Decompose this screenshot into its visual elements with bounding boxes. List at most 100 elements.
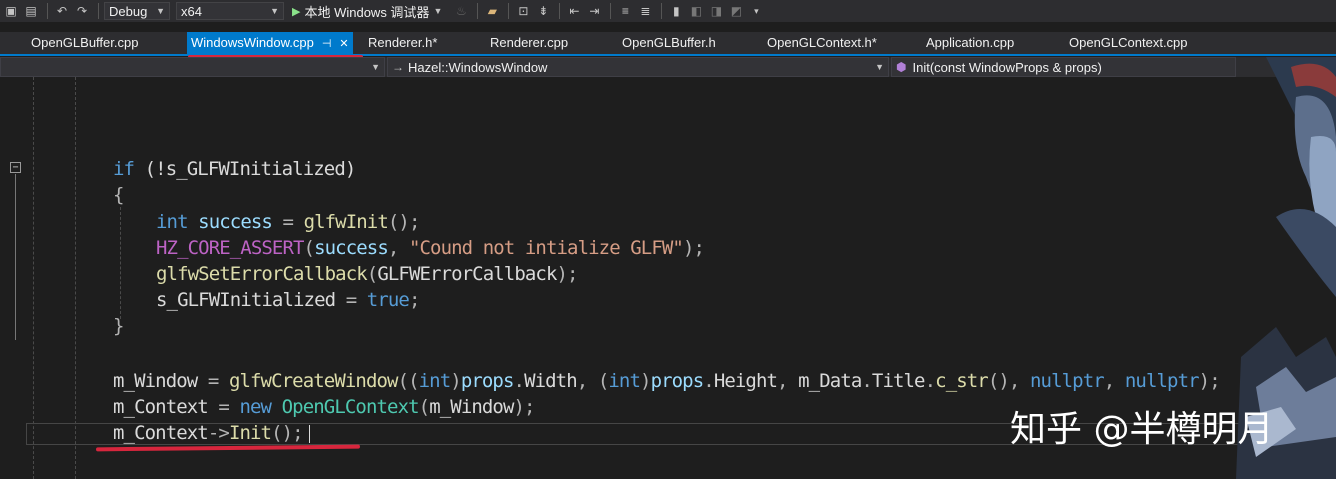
save-icon[interactable]: ▣ xyxy=(2,3,20,19)
toolbar-separator xyxy=(47,3,48,19)
clear-bookmarks-icon[interactable]: ◩ xyxy=(727,3,745,19)
scope-arrow-icon: → xyxy=(392,60,404,74)
punctuation: . xyxy=(703,370,714,392)
tab-label: Renderer.h* xyxy=(368,35,438,50)
punctuation: , xyxy=(387,237,409,259)
platform-value: x64 xyxy=(181,3,202,19)
chevron-down-icon: ▼ xyxy=(156,6,165,16)
member: Title xyxy=(871,370,926,392)
configuration-dropdown[interactable]: Debug ▼ xyxy=(104,2,170,20)
function-name: Init xyxy=(228,422,272,444)
scope-dropdown[interactable]: → Hazel::WindowsWindow ▼ xyxy=(387,57,889,77)
punctuation: . xyxy=(924,370,936,392)
punctuation: (); xyxy=(271,422,304,444)
punctuation: . xyxy=(513,370,525,392)
function-name: glfwSetErrorCallback xyxy=(156,263,368,285)
collapse-icon[interactable]: − xyxy=(10,162,21,173)
toolbar-separator xyxy=(508,3,510,19)
code-line-1: if (!s_GLFWInitialized) xyxy=(113,158,357,180)
chevron-down-icon: ▼ xyxy=(433,6,443,16)
chevron-down-icon: ▼ xyxy=(875,62,884,72)
keyword: if xyxy=(113,158,135,180)
punctuation: (); xyxy=(387,211,421,233)
tab-windowswindow-cpp[interactable]: WindowsWindow.cpp ⊣ ✕ xyxy=(187,32,353,54)
toolbar-separator xyxy=(98,3,99,19)
parameter: props xyxy=(460,370,515,392)
comment-icon[interactable]: ≡ xyxy=(616,3,634,19)
uncomment-icon[interactable]: ≣ xyxy=(636,3,654,19)
tab-application-cpp[interactable]: Application.cpp xyxy=(926,32,1014,54)
keyword: nullptr xyxy=(1124,370,1200,392)
keyword: int xyxy=(418,370,452,392)
tab-label: OpenGLContext.cpp xyxy=(1069,35,1188,50)
operator: = xyxy=(271,211,304,233)
overflow-chevron-icon[interactable]: ▾ xyxy=(747,3,765,19)
member: m_Data xyxy=(798,370,862,392)
project-dropdown[interactable]: ▼ xyxy=(0,57,385,77)
tab-renderer-cpp[interactable]: Renderer.cpp xyxy=(490,32,568,54)
punctuation: ( xyxy=(303,237,315,259)
tab-openglcontext-cpp[interactable]: OpenGLContext.cpp xyxy=(1069,32,1188,54)
keyword: true xyxy=(366,289,410,311)
toolbar-separator xyxy=(661,3,663,19)
method-icon: ⬢ xyxy=(896,60,907,74)
operator: = xyxy=(335,289,367,311)
step-icon[interactable]: ⇟ xyxy=(534,3,552,19)
code-line-4: HZ_CORE_ASSERT(success, "Cound not intia… xyxy=(156,237,705,259)
tab-openglcontext-h[interactable]: OpenGLContext.h* xyxy=(767,32,877,54)
tab-label: OpenGLContext.h* xyxy=(767,35,877,50)
keyword: int xyxy=(156,211,189,233)
chevron-down-icon: ▼ xyxy=(270,6,279,16)
brace: { xyxy=(113,184,124,206)
indent-guide xyxy=(33,77,34,479)
punctuation: ( xyxy=(366,263,378,285)
code-line-8: m_Window = glfwCreateWindow((int)props.W… xyxy=(113,370,1221,392)
next-bookmark-icon[interactable]: ◨ xyxy=(707,3,725,19)
indent-guide xyxy=(75,77,76,479)
toolbar: ▣ ▤ ↶ ↷ Debug ▼ x64 ▼ ▶ 本地 Windows 调试器 ▼… xyxy=(0,0,1336,22)
tab-label: OpenGLBuffer.h xyxy=(622,35,716,50)
variable: success xyxy=(187,211,273,233)
redo-icon[interactable]: ↷ xyxy=(73,3,91,19)
tab-openglbuffer-cpp[interactable]: OpenGLBuffer.cpp xyxy=(31,32,138,54)
indent-guide xyxy=(120,207,121,319)
tab-renderer-h[interactable]: Renderer.h* xyxy=(368,32,437,54)
variable: m_Window xyxy=(113,370,198,392)
scope-value: Hazel::WindowsWindow xyxy=(408,59,548,75)
outline-line xyxy=(15,174,16,340)
chevron-down-icon: ▼ xyxy=(371,62,380,72)
fire-icon[interactable]: ♨ xyxy=(452,3,470,19)
keyword: nullptr xyxy=(1030,370,1105,392)
code-line-7: } xyxy=(113,315,124,337)
function-name: c_str xyxy=(935,370,989,392)
play-icon: ▶ xyxy=(292,5,301,18)
keyword: new xyxy=(239,396,272,418)
member: Height xyxy=(713,370,778,392)
watermark: 知乎 @半樽明月 xyxy=(1010,409,1274,450)
pin-icon[interactable]: ⊣ xyxy=(322,38,332,50)
code-line-10: m_Context->Init(); xyxy=(113,422,304,444)
outdent-icon[interactable]: ⇥ xyxy=(585,3,603,19)
start-debugging-label: 本地 Windows 调试器 xyxy=(304,4,430,20)
punctuation: (( xyxy=(397,370,420,392)
member: Width xyxy=(524,370,578,392)
close-icon[interactable]: ✕ xyxy=(339,38,348,50)
code-text: (!s_GLFWInitialized) xyxy=(134,158,357,180)
undo-icon[interactable]: ↶ xyxy=(53,3,71,19)
bookmark-icon[interactable]: ▮ xyxy=(667,3,685,19)
tab-openglbuffer-h[interactable]: OpenGLBuffer.h xyxy=(622,32,716,54)
brace: } xyxy=(113,315,124,337)
diagnostics-icon[interactable]: ⊡ xyxy=(514,3,532,19)
save-all-icon[interactable]: ▤ xyxy=(22,3,40,19)
folder-icon[interactable]: ▰ xyxy=(483,3,501,19)
platform-dropdown[interactable]: x64 ▼ xyxy=(176,2,284,20)
function-name: glfwCreateWindow xyxy=(228,370,399,392)
start-debugging-button[interactable]: ▶ 本地 Windows 调试器 ▼ xyxy=(292,2,442,21)
prev-bookmark-icon[interactable]: ◧ xyxy=(687,3,705,19)
parameter: props xyxy=(650,370,705,392)
toolbar-separator xyxy=(610,3,612,19)
member-dropdown[interactable]: ⬢ Init(const WindowProps & props) xyxy=(891,57,1236,77)
punctuation: ) xyxy=(640,370,651,392)
punctuation: ); xyxy=(556,263,579,285)
indent-icon[interactable]: ⇤ xyxy=(565,3,583,19)
